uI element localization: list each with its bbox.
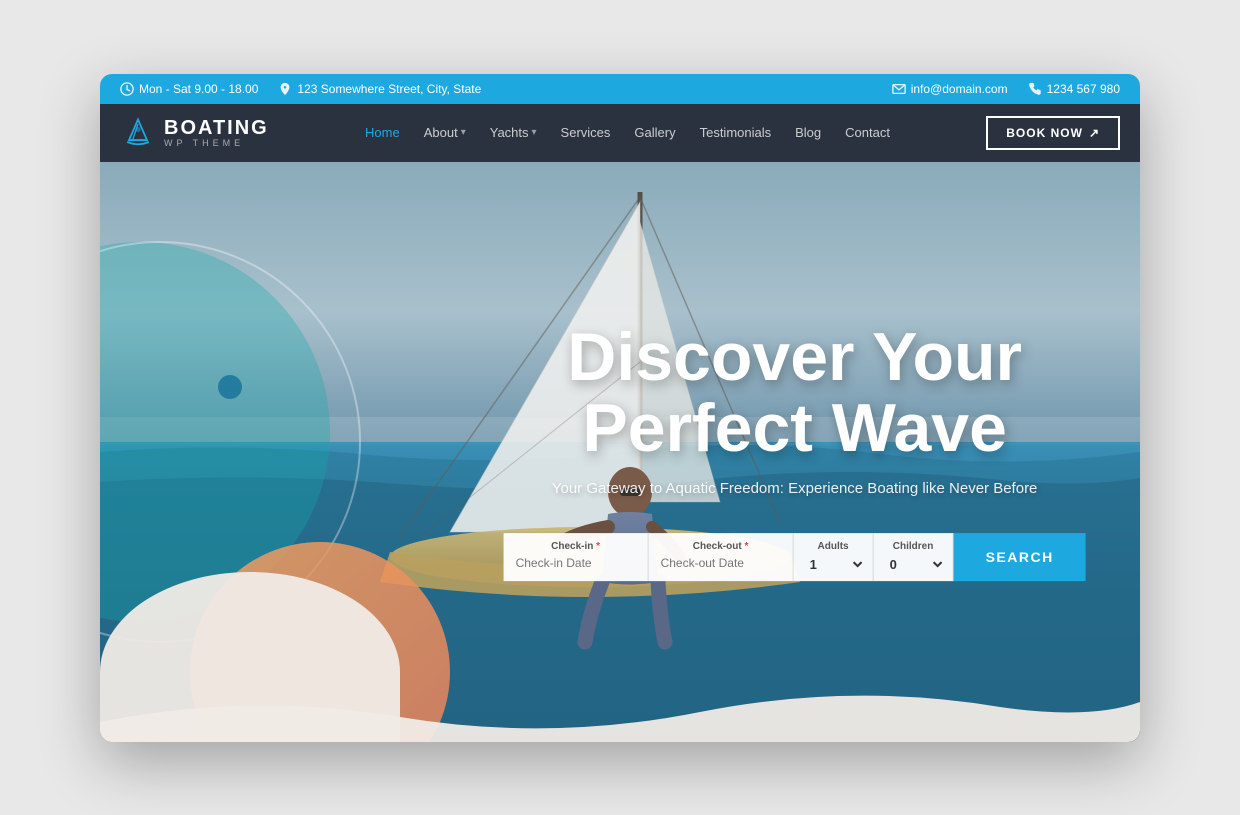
logo-text: BOATING WP THEME xyxy=(164,118,269,148)
phone-item: 1234 567 980 xyxy=(1028,82,1120,96)
wave-bottom-svg xyxy=(100,652,1140,742)
adults-select[interactable]: 1 2 3 4 5 xyxy=(806,556,866,573)
top-bar-right: info@domain.com 1234 567 980 xyxy=(892,82,1120,96)
checkout-input[interactable] xyxy=(661,556,781,570)
hero-title: Discover Your Perfect Wave xyxy=(504,322,1086,465)
hero-subtitle: Your Gateway to Aquatic Freedom: Experie… xyxy=(504,480,1086,497)
nav-link-gallery[interactable]: Gallery xyxy=(624,119,685,146)
adults-group: Adults 1 2 3 4 5 xyxy=(794,533,874,581)
logo-icon xyxy=(120,115,156,151)
search-button[interactable]: SEARCH xyxy=(954,533,1086,581)
nav-links: Home About ▾ Yachts ▾ Services Gallery T… xyxy=(355,119,900,146)
hours-item: Mon - Sat 9.00 - 18.00 xyxy=(120,82,258,96)
phone-text: 1234 567 980 xyxy=(1047,82,1120,96)
checkout-label: Check-out * xyxy=(661,541,781,552)
checkin-input[interactable] xyxy=(516,556,636,570)
logo[interactable]: BOATING WP THEME xyxy=(120,115,269,151)
checkin-group: Check-in * xyxy=(504,533,649,581)
yachts-chevron-icon: ▾ xyxy=(532,127,537,138)
clock-icon xyxy=(120,82,134,96)
email-icon xyxy=(892,82,906,96)
nav-link-about[interactable]: About ▾ xyxy=(414,119,476,146)
email-text: info@domain.com xyxy=(911,82,1008,96)
address-text: 123 Somewhere Street, City, State xyxy=(297,82,481,96)
address-item: 123 Somewhere Street, City, State xyxy=(278,82,481,96)
phone-icon xyxy=(1028,82,1042,96)
nav-link-yachts[interactable]: Yachts ▾ xyxy=(480,119,547,146)
logo-subtitle: WP THEME xyxy=(164,138,269,148)
hours-text: Mon - Sat 9.00 - 18.00 xyxy=(139,82,258,96)
top-bar: Mon - Sat 9.00 - 18.00 123 Somewhere Str… xyxy=(100,74,1140,104)
nav-link-home[interactable]: Home xyxy=(355,119,410,146)
nav-link-testimonials[interactable]: Testimonials xyxy=(690,119,782,146)
browser-window: Mon - Sat 9.00 - 18.00 123 Somewhere Str… xyxy=(100,74,1140,742)
about-chevron-icon: ▾ xyxy=(461,127,466,138)
nav-link-contact[interactable]: Contact xyxy=(835,119,900,146)
hero-section: Discover Your Perfect Wave Your Gateway … xyxy=(100,162,1140,742)
nav-bar: BOATING WP THEME Home About ▾ Yachts ▾ S… xyxy=(100,104,1140,162)
checkin-label: Check-in * xyxy=(516,541,636,552)
book-now-button[interactable]: BOOK NOW ↗ xyxy=(986,116,1120,150)
nav-link-services[interactable]: Services xyxy=(551,119,621,146)
email-item: info@domain.com xyxy=(892,82,1008,96)
nav-link-blog[interactable]: Blog xyxy=(785,119,831,146)
logo-title: BOATING xyxy=(164,118,269,138)
children-select[interactable]: 0 1 2 3 4 xyxy=(886,556,946,573)
location-icon xyxy=(278,82,292,96)
children-group: Children 0 1 2 3 4 xyxy=(874,533,954,581)
checkout-group: Check-out * xyxy=(649,533,794,581)
search-form: Check-in * Check-out * Adults 1 2 3 xyxy=(504,533,1086,581)
children-label: Children xyxy=(886,541,941,552)
top-bar-left: Mon - Sat 9.00 - 18.00 123 Somewhere Str… xyxy=(120,82,481,96)
hero-content: Discover Your Perfect Wave Your Gateway … xyxy=(504,322,1086,582)
arrow-icon: ↗ xyxy=(1089,126,1100,140)
adults-label: Adults xyxy=(806,541,861,552)
